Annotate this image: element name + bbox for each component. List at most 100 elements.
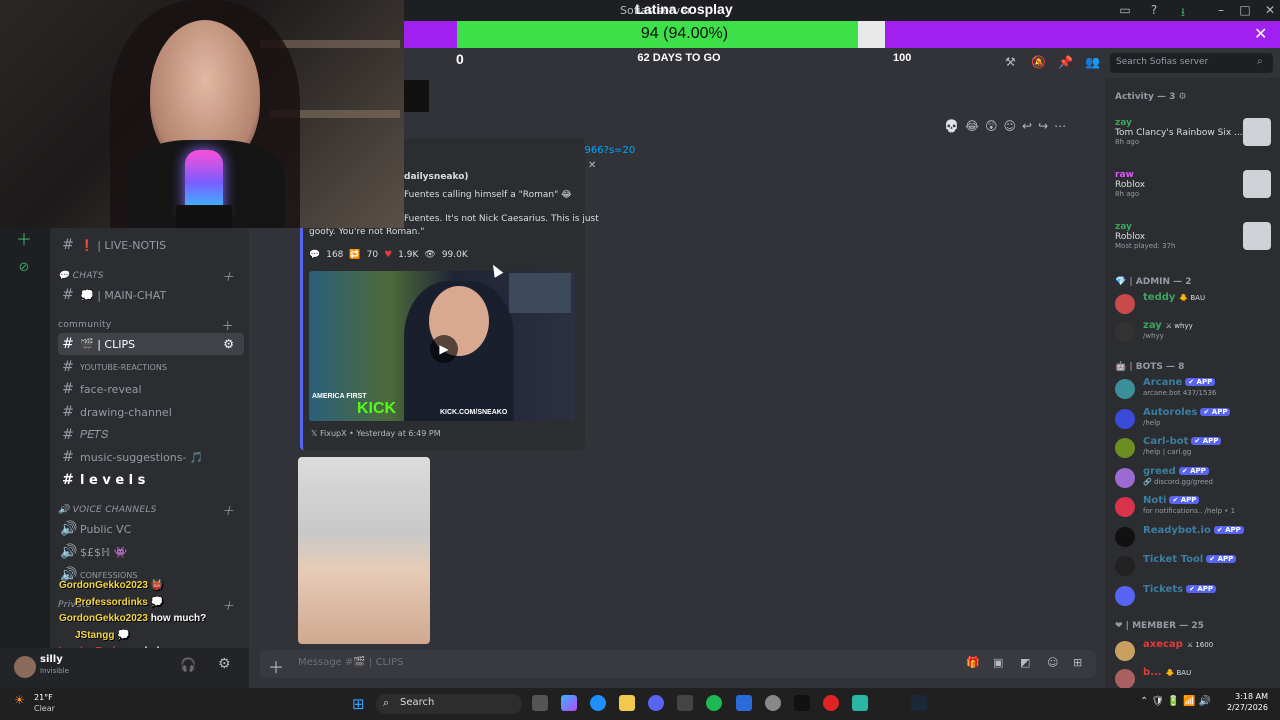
avatar[interactable] [14,656,36,678]
notifications-off-icon[interactable]: 🔕 [1031,55,1046,69]
member-item[interactable]: Noti ✔ APP for notifications.. /help • 1 [1115,495,1280,521]
close-embed-icon[interactable]: ✕ [588,160,596,171]
avatar [1115,322,1135,342]
minimize-button[interactable]: – [1212,3,1230,17]
member-item[interactable]: Carl-bot ✔ APP/help | carl.gg [1115,436,1280,462]
app-icon[interactable] [765,695,781,711]
app-badge: ✔ APP [1191,437,1222,445]
embed-author: dailysneako) [404,172,469,182]
pin-icon[interactable]: 📌 [1058,55,1073,69]
skull-reaction-icon[interactable]: 💀 [944,119,959,139]
opera-icon[interactable] [823,695,839,711]
headphones-icon[interactable]: 🎧 [180,658,196,673]
threads-icon[interactable]: ⚒ [1005,55,1016,69]
app-icon-2[interactable] [852,695,868,711]
steam-icon[interactable] [911,695,927,711]
shock-reaction-icon[interactable]: 😲 [985,119,998,139]
member-item[interactable]: Arcane ✔ APP arcane.bot 437/1536 [1115,377,1280,403]
gift-icon[interactable]: 🎁 [966,656,980,669]
weather-icon[interactable]: ☀ [14,693,25,707]
copilot-icon[interactable] [561,695,577,711]
hash-icon: # [62,472,74,488]
member-item[interactable]: Tickets ✔ APP [1115,584,1280,610]
spotify-icon[interactable] [706,695,722,711]
task-view-icon[interactable] [532,695,548,711]
close-icon[interactable]: ✕ [1254,24,1267,43]
apps-icon[interactable]: ⊞ [1073,656,1082,669]
clock-time[interactable]: 3:18 AM [1222,692,1268,701]
member-name: teddy 🐥 BAU [1143,292,1206,303]
add-channel-icon[interactable]: ＋ [222,268,234,285]
member-list: Activity — 3 ⚙ zay Tom Clancy's Rainbow Si… [1105,78,1280,688]
add-channel-icon[interactable]: ＋ [222,317,234,334]
game-icon [1243,222,1271,250]
settings-icon[interactable]: ⚙ [223,337,234,351]
clock-date[interactable]: 2/27/2026 [1218,703,1268,712]
start-icon[interactable]: ⊞ [352,695,365,713]
voice-sesh[interactable]: 🔊 $£$ℍ 👾 [58,541,244,563]
file-explorer-icon[interactable] [619,695,635,711]
discord-icon[interactable] [648,695,664,711]
more-icon[interactable]: ⋯ [1054,119,1066,139]
play-icon[interactable]: ▶ [430,335,458,363]
add-reaction-icon[interactable]: ☺ [1004,119,1017,139]
gif-icon[interactable]: ▣ [993,656,1003,669]
member-section-header: 🤖 | BOTS — 8 [1115,362,1185,372]
help-icon[interactable]: ? [1145,3,1163,17]
hash-icon: # [62,427,74,443]
sticker-icon[interactable]: ◩ [1020,656,1030,669]
voice-public-vc[interactable]: 🔊 Public VC [58,518,244,540]
chat-text: how much? [150,613,207,624]
member-list-icon[interactable]: 👥 [1085,55,1100,69]
member-item[interactable]: Autoroles ✔ APP/help [1115,407,1280,433]
maximize-button[interactable]: □ [1236,3,1254,17]
channel-music[interactable]: # music-suggestions- 🎵 [58,446,244,468]
member-item[interactable]: Ticket Tool ✔ APP [1115,554,1280,580]
member-item[interactable]: zay ⚔ whyy/whyy [1115,320,1280,346]
app-badge: ✔ APP [1186,584,1217,593]
message-composer[interactable]: ＋ Message #🎬 | CLIPS 🎁 ▣ ◩ ☺ ⊞ [260,650,1096,678]
tiktok-icon[interactable] [794,695,810,711]
discover-icon[interactable]: ⊘ [12,256,36,280]
attach-plus-icon[interactable]: ＋ [268,654,284,678]
laugh-reaction-icon[interactable]: 😂 [965,119,979,139]
inbox-icon[interactable]: ▭ [1116,3,1134,17]
channel-levels[interactable]: # l e v e l s [58,469,244,491]
close-window-button[interactable]: ✕ [1261,3,1279,17]
chat-text: 💭 [117,629,130,641]
taskbar-search[interactable]: ⌕ Search [376,694,522,714]
store-icon[interactable] [677,695,693,711]
add-server-icon[interactable]: ＋ [12,228,36,252]
member-status: /help [1143,418,1161,427]
member-item[interactable]: Readybot.io ✔ APP [1115,525,1280,551]
channel-face-reveal[interactable]: # face-reveal [58,378,244,400]
channel-drawing[interactable]: # drawing-channel [58,401,244,423]
search-input[interactable]: Search Sofias server [1110,53,1273,73]
member-item[interactable]: teddy 🐥 BAU [1115,292,1280,318]
avatar [1115,556,1135,576]
channel-clips[interactable]: # 🎬 | CLIPS ⚙ [58,333,244,355]
channel-pets[interactable]: # 𝑃𝐸𝑇𝑆 [58,424,244,446]
member-item[interactable]: axecap ⚔ 1600 [1115,639,1280,665]
tray-icons[interactable]: ⌃ 🛡 🔋 📶 🔊 [1140,696,1211,707]
channel-youtube-reactions[interactable]: # YOUTUBE-REACTIONS [58,356,244,378]
reply-icon[interactable]: ↩ [1022,119,1032,139]
add-channel-icon[interactable]: ＋ [222,502,234,519]
weather-temp[interactable]: 21°F [34,693,53,702]
channel-main-chat[interactable]: # 💭 | MAIN-CHAT [58,284,244,306]
member-status: arcane.bot 437/1536 [1143,389,1217,397]
member-item[interactable]: greed ✔ APP 🔗 discord.gg/greed [1115,466,1280,492]
image-attachment-photo[interactable] [298,457,430,644]
activity-card[interactable]: zay Tom Clancy's Rainbow Six ... 8h ago [1115,118,1275,146]
activity-card[interactable]: zay Roblox Most played: 37h [1115,222,1275,250]
emoji-icon[interactable]: ☺ [1047,656,1058,669]
forward-icon[interactable]: ↪ [1038,119,1048,139]
mail-icon[interactable] [736,695,752,711]
edge-icon[interactable] [590,695,606,711]
activity-card[interactable]: raw Roblox 8h ago [1115,170,1275,198]
hash-icon: # [62,336,74,352]
member-item[interactable]: b... 🐥 BAU [1115,667,1280,688]
channel-live-notis[interactable]: # ❗ | LIVE-NOTIS [58,234,244,256]
image-attachment[interactable] [404,80,429,112]
gear-icon[interactable]: ⚙ [218,656,231,672]
